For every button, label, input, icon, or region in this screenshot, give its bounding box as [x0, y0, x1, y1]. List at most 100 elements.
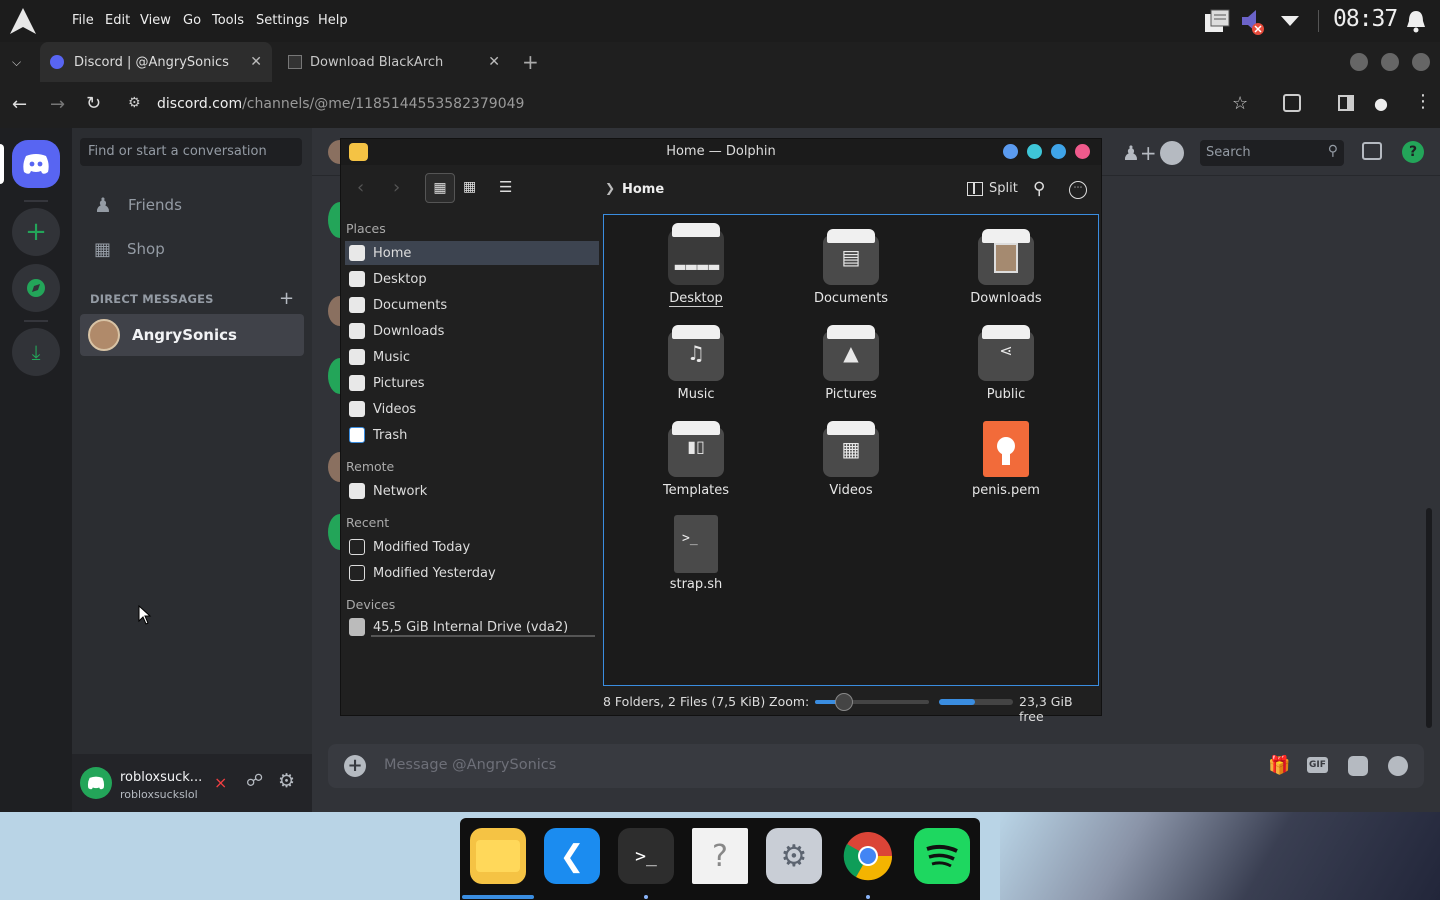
back-arrow-icon[interactable]: ←	[12, 94, 27, 115]
file-item-videos[interactable]: ▦ Videos	[781, 421, 921, 498]
nav-back-icon[interactable]: ‹	[357, 177, 364, 198]
unknown-file-icon[interactable]: ?	[692, 828, 748, 884]
menu-help[interactable]: Help	[318, 13, 348, 28]
file-item-public[interactable]: ⋖ Public	[936, 325, 1076, 402]
inbox-icon[interactable]	[1362, 142, 1382, 160]
file-view[interactable]: ▬▬▬▬ Desktop ▤ Documents Downloads ♫ Mus…	[603, 214, 1099, 686]
user-profile-icon[interactable]	[1160, 141, 1184, 165]
zoom-slider-handle[interactable]	[834, 693, 853, 711]
dropdown-arrow-icon[interactable]	[1280, 14, 1300, 28]
file-item-templates[interactable]: ▮▯ Templates	[626, 421, 766, 498]
place-network[interactable]: Network	[345, 479, 599, 503]
place-home[interactable]: Home	[345, 241, 599, 265]
friends-nav-item[interactable]: ♟ Friends	[80, 184, 304, 226]
discord-home-button[interactable]	[12, 140, 60, 188]
download-apps-icon[interactable]: ⤓	[12, 328, 60, 376]
place-music[interactable]: Music	[345, 345, 599, 369]
add-friend-to-dm-icon[interactable]: ♟+	[1122, 141, 1157, 165]
place-desktop[interactable]: Desktop	[345, 267, 599, 291]
menu-file[interactable]: File	[72, 13, 94, 28]
volume-muted-icon[interactable]	[1240, 8, 1266, 36]
file-item-pem[interactable]: penis.pem	[936, 421, 1076, 498]
search-icon[interactable]: ⚲	[1033, 179, 1045, 199]
forward-arrow-icon[interactable]: →	[50, 94, 65, 115]
reload-icon[interactable]: ↻	[86, 93, 101, 114]
mic-muted-icon[interactable]: ⨯	[214, 773, 227, 792]
gift-icon[interactable]: 🎁	[1268, 755, 1290, 776]
dm-item-angrysonics[interactable]: AngrySonics	[80, 314, 304, 356]
file-item-music[interactable]: ♫ Music	[626, 325, 766, 402]
header-search-input[interactable]: Search ⚲	[1200, 140, 1344, 166]
breadcrumb[interactable]: Home	[622, 182, 664, 197]
sticker-icon[interactable]	[1348, 756, 1368, 776]
bookmark-star-icon[interactable]: ☆	[1232, 93, 1248, 114]
chrome-icon[interactable]	[840, 828, 896, 884]
window-minimize-button[interactable]	[1051, 144, 1066, 159]
terminal-icon[interactable]: >_	[618, 828, 674, 884]
file-item-downloads[interactable]: Downloads	[936, 229, 1076, 306]
gif-button[interactable]: GIF	[1307, 757, 1328, 773]
spotify-icon[interactable]	[914, 828, 970, 884]
create-dm-button[interactable]: +	[279, 288, 294, 309]
more-options-icon[interactable]: ⋯	[1069, 181, 1087, 199]
headphones-icon[interactable]: ☍	[246, 771, 263, 791]
help-icon[interactable]: ?	[1402, 141, 1424, 163]
menu-view[interactable]: View	[140, 13, 171, 28]
profile-icon[interactable]: ●	[1374, 94, 1388, 113]
tab-list-chevron-icon[interactable]: ⌵	[12, 55, 21, 70]
attach-plus-button[interactable]: +	[344, 755, 366, 777]
user-display-name[interactable]: robloxsuck...	[120, 770, 202, 785]
tab-discord[interactable]: Discord | @AngrySonics ✕	[40, 42, 272, 82]
tab-close-icon[interactable]: ✕	[488, 54, 500, 70]
window-close-button[interactable]	[1075, 144, 1090, 159]
files-icon[interactable]	[470, 828, 526, 884]
chat-scrollbar[interactable]	[1426, 508, 1432, 728]
file-item-documents[interactable]: ▤ Documents	[781, 229, 921, 306]
user-avatar[interactable]	[80, 767, 112, 799]
split-button[interactable]: Split	[967, 181, 1018, 196]
conversation-search-input[interactable]: Find or start a conversation	[80, 138, 302, 166]
dolphin-titlebar[interactable]: Home — Dolphin	[341, 139, 1101, 165]
tab-close-icon[interactable]: ✕	[250, 54, 262, 70]
side-panel-icon[interactable]	[1338, 95, 1354, 111]
settings-icon[interactable]: ⚙	[766, 828, 822, 884]
tab-blackarch[interactable]: Download BlackArch ✕	[280, 42, 512, 82]
place-documents[interactable]: Documents	[345, 293, 599, 317]
vscode-icon[interactable]: ❮	[544, 828, 600, 884]
zoom-slider-track[interactable]	[815, 693, 929, 711]
place-downloads[interactable]: Downloads	[345, 319, 599, 343]
window-sticky-button[interactable]	[1003, 144, 1018, 159]
nav-forward-icon[interactable]: ›	[393, 177, 400, 198]
user-settings-gear-icon[interactable]: ⚙	[278, 770, 295, 792]
extensions-puzzle-icon[interactable]	[1283, 94, 1301, 112]
browser-menu-kebab-icon[interactable]: ⋮	[1414, 91, 1432, 112]
file-item-desktop[interactable]: ▬▬▬▬ Desktop	[626, 223, 766, 307]
window-close-button[interactable]	[1412, 53, 1430, 71]
arch-logo-icon[interactable]	[8, 6, 38, 36]
icons-view-button[interactable]: ▦	[425, 173, 455, 203]
menu-go[interactable]: Go	[183, 13, 201, 28]
clock[interactable]: 08:37	[1333, 6, 1398, 32]
site-info-icon[interactable]: ⚙	[128, 95, 141, 111]
url-field[interactable]: discord.com/channels/@me/118514455358237…	[157, 96, 524, 112]
compact-view-button[interactable]: ▦	[463, 179, 476, 195]
file-item-pictures[interactable]: ▲ Pictures	[781, 325, 921, 402]
explore-compass-icon[interactable]	[12, 264, 60, 312]
details-view-button[interactable]: ☰	[499, 178, 512, 196]
menu-tools[interactable]: Tools	[212, 13, 244, 28]
message-input[interactable]: Message @AngrySonics	[384, 757, 556, 773]
shop-nav-item[interactable]: ▦ Shop	[80, 228, 304, 270]
window-keep-above-button[interactable]	[1027, 144, 1042, 159]
new-tab-plus-icon[interactable]: +	[522, 50, 539, 74]
file-item-strap-sh[interactable]: >_ strap.sh	[626, 515, 766, 592]
place-modified-yesterday[interactable]: Modified Yesterday	[345, 561, 599, 585]
add-server-button[interactable]: +	[12, 208, 60, 256]
notifications-bell-icon[interactable]	[1405, 9, 1427, 33]
place-trash[interactable]: Trash	[345, 423, 599, 447]
place-pictures[interactable]: Pictures	[345, 371, 599, 395]
clipboard-icon[interactable]	[1203, 8, 1231, 34]
place-videos[interactable]: Videos	[345, 397, 599, 421]
menu-edit[interactable]: Edit	[105, 13, 130, 28]
window-minimize-button[interactable]	[1350, 53, 1368, 71]
window-maximize-button[interactable]	[1381, 53, 1399, 71]
